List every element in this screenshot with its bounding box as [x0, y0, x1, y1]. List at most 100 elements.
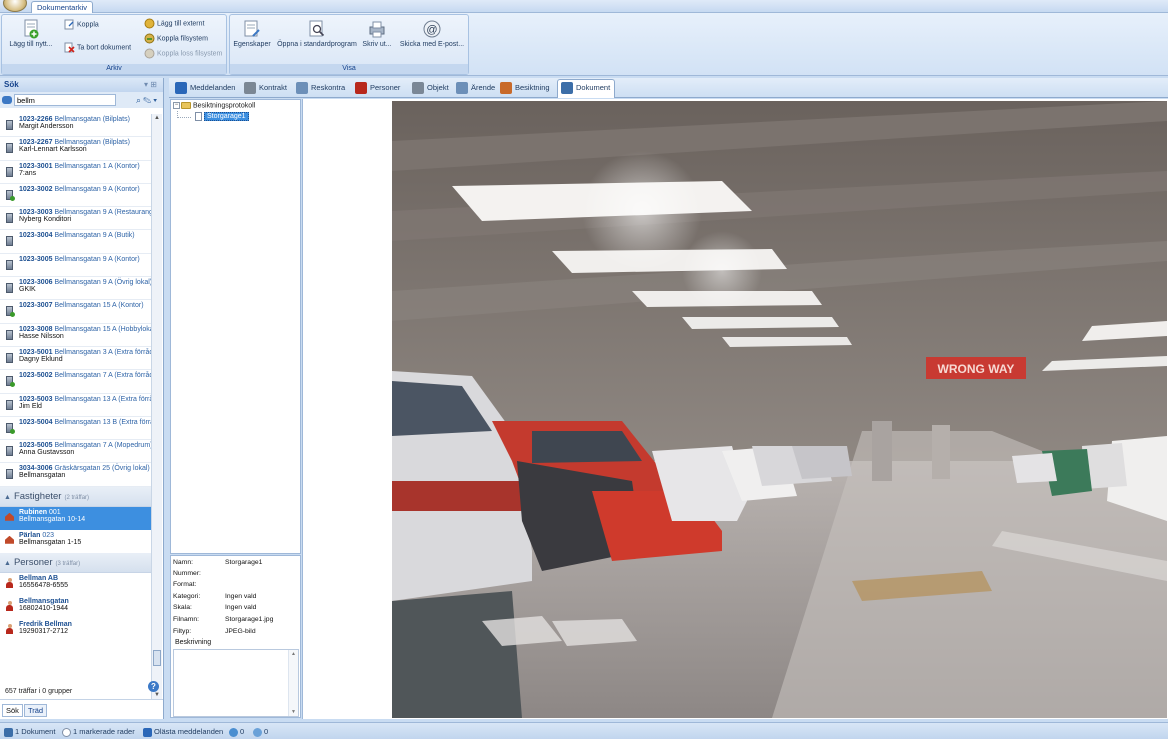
search-result-item[interactable]: 1023-3003 Bellmansgatan 9 A (Restaurang)… [0, 207, 151, 231]
person-item[interactable]: Bellmansgatan 16802410-1944 [0, 596, 151, 619]
tree-node-child[interactable]: Storgarage1 [195, 112, 249, 122]
result-subtitle: Bellmansgatan [19, 472, 66, 480]
result-address: Bellmansgatan 9 A (Restaurang) [54, 209, 151, 217]
dropdown-arrow-icon[interactable]: ▾ [153, 95, 159, 105]
search-result-item[interactable]: 1023-3007 Bellmansgatan 15 A (Kontor) [0, 300, 151, 324]
collapse-arrow-icon[interactable]: ▲ [4, 494, 11, 501]
result-id: 3034-3006 [19, 465, 53, 473]
search-result-item[interactable]: 1023-2266 Bellmansgatan (Bilplats) Margit… [0, 114, 151, 138]
object-icon [6, 213, 13, 224]
result-id: 1023-3006 [19, 279, 53, 287]
scroll-up-icon[interactable]: ▲ [154, 115, 160, 121]
send-email-button[interactable]: @ Skicka med E-post... [398, 19, 466, 49]
tab-dokument[interactable]: Dokument [557, 79, 616, 98]
koppla-button[interactable]: Koppla [64, 19, 99, 31]
tab-kontrakt[interactable]: Kontrakt [241, 80, 291, 97]
marked-rows-icon [62, 727, 71, 737]
section-fastigheter-title: Fastigheter [13, 490, 62, 502]
wrong-way-sign-text: WRONG WAY [938, 362, 1015, 376]
section-personer[interactable]: ▲ Personer (3 träffar) [0, 552, 162, 573]
search-result-item[interactable]: 1023-5004 Bellmansgatan 13 B (Extra förr… [0, 417, 151, 441]
properties-button[interactable]: Egenskaper [232, 19, 272, 49]
status-unread-label: Olästa meddelanden [154, 727, 224, 736]
search-result-item[interactable]: 1023-3002 Bellmansgatan 9 A (Kontor) [0, 184, 151, 208]
description-scrollbar[interactable]: ▲ ▼ [288, 650, 298, 716]
help-icon[interactable]: ? [148, 681, 159, 692]
panel-pin-controls[interactable]: ▾ ⊞ [144, 80, 157, 89]
print-button[interactable]: Skriv ut... [360, 19, 394, 49]
search-result-item[interactable]: 1023-5003 Bellmansgatan 13 A (Extra förr… [0, 394, 151, 417]
application-menu-button[interactable] [3, 0, 27, 12]
search-result-item[interactable]: 1023-3001 Bellmansgatan 1 A (Kontor) 7:an… [0, 161, 151, 184]
search-options-icon[interactable]: ✎ [143, 95, 153, 105]
person-icon [6, 577, 13, 589]
tab-objekt[interactable]: Objekt [409, 80, 453, 97]
result-title: 1023-3004 Bellmansgatan 9 A (Butik) [19, 232, 151, 239]
scroll-up-icon[interactable]: ▲ [291, 651, 296, 657]
prop-scale-value: Ingen vald [225, 604, 257, 611]
person-item[interactable]: Bellman AB 16556478-6555 [0, 573, 151, 596]
tab-trad[interactable]: Träd [23, 704, 48, 717]
tab-besiktning[interactable]: Besiktning [497, 80, 554, 97]
status-unread-messages[interactable]: Olästa meddelanden [143, 727, 223, 737]
tab--rende[interactable]: Ärende [453, 80, 499, 97]
tab-sok[interactable]: Sök [2, 704, 23, 717]
search-result-item[interactable]: 3034-3006 Gräskärsgatan 25 (Övrig lokal)… [0, 463, 151, 487]
search-result-item[interactable]: 1023-2267 Bellmansgatan (Bilplats) Karl-L… [0, 137, 151, 161]
search-result-item[interactable]: 1023-3006 Bellmansgatan 9 A (Övrig lokal… [0, 277, 151, 301]
search-result-item[interactable]: 1023-3005 Bellmansgatan 9 A (Kontor) [0, 254, 151, 278]
add-new-button[interactable]: Lägg till nytt... [5, 19, 57, 49]
open-default-program-button[interactable]: Öppna i standardprogram [276, 19, 358, 49]
result-title: 3034-3006 Gräskärsgatan 25 (Övrig lokal) [19, 465, 151, 472]
search-icon[interactable]: ⌕ [136, 95, 143, 105]
property-item[interactable]: Rubinen 001 Bellmansgatan 10-14 [0, 506, 151, 530]
search-result-item[interactable]: 1023-3008 Bellmansgatan 15 A (Hobbylokal… [0, 324, 151, 347]
tab-label: Personer [370, 83, 401, 92]
ribbon-tab-dokumentarkiv[interactable]: Dokumentarkiv [31, 1, 94, 13]
prop-filename-label: Filnamn: [173, 616, 200, 623]
property-item[interactable]: Pärlan 023 Bellmansgatan 1-15 [0, 530, 151, 553]
document-tree: − Besiktningsprotokoll Storgarage1 [170, 99, 301, 554]
person-item[interactable]: Fredrik Bellman 19290317-2712 [0, 619, 151, 642]
result-address: Bellmansgatan 9 A (Butik) [54, 232, 135, 240]
link-filesystem-button[interactable]: Koppla filsystem [144, 33, 208, 45]
scrollbar-thumb[interactable] [153, 650, 161, 666]
collapse-arrow-icon[interactable]: ▲ [4, 560, 11, 567]
result-address: Bellmansgatan 15 A (Kontor) [54, 302, 144, 310]
search-input[interactable] [14, 94, 116, 106]
tab-personer[interactable]: Personer [352, 80, 404, 97]
send-email-label: Skicka med E-post... [399, 41, 465, 48]
description-textarea[interactable]: ▲ ▼ [173, 649, 299, 717]
result-subtitle: GKIK [19, 286, 36, 294]
person-name: Bellmansgatan [19, 597, 69, 605]
ribbon-group-caption-arkiv: Arkiv [2, 64, 226, 74]
section-fastigheter[interactable]: ▲ Fastigheter (2 träffar) [0, 486, 162, 507]
property-name: Pärlan [19, 531, 41, 539]
preview-image: WRONG WAY [392, 101, 1167, 718]
person-title: Bellmansgatan [19, 598, 151, 605]
scroll-down-icon[interactable]: ▼ [291, 709, 296, 715]
open-default-label: Öppna i standardprogram [277, 41, 357, 48]
add-document-icon [24, 19, 39, 39]
search-result-item[interactable]: 1023-5002 Bellmansgatan 7 A (Extra förrå… [0, 370, 151, 394]
scroll-down-icon[interactable]: ▼ [154, 692, 160, 698]
add-external-button[interactable]: Lägg till externt [144, 18, 204, 30]
search-result-item[interactable]: 1023-5005 Bellmansgatan 7 A (Mopedrum) An… [0, 440, 151, 464]
search-actions[interactable]: ⌕✎▾ [136, 95, 159, 106]
tab-label: Besiktning [515, 83, 550, 92]
search-result-item[interactable]: 1023-5001 Bellmansgatan 3 A (Extra förrå… [0, 347, 151, 371]
tab-icon [561, 82, 573, 94]
person-title: Bellman AB [19, 575, 151, 582]
search-result-item[interactable]: 1023-3004 Bellmansgatan 9 A (Butik) [0, 230, 151, 254]
result-subtitle: Dagny Eklund [19, 355, 63, 363]
tab-reskontra[interactable]: Reskontra [293, 80, 349, 97]
result-subtitle: Hasse Nilsson [19, 332, 64, 340]
tree-node-root[interactable]: − Besiktningsprotokoll [173, 102, 255, 109]
link-document-icon [64, 19, 74, 30]
tab-meddelanden[interactable]: Meddelanden [172, 80, 239, 97]
unlink-filesystem-button[interactable]: Koppla loss filsystem [144, 48, 222, 60]
remove-document-button[interactable]: Ta bort dokument [64, 42, 131, 54]
collapse-icon[interactable]: − [173, 102, 180, 109]
result-title: 1023-5003 Bellmansgatan 13 A (Extra förr… [19, 396, 151, 403]
results-scrollbar[interactable]: ▲ ▼ [151, 114, 162, 700]
